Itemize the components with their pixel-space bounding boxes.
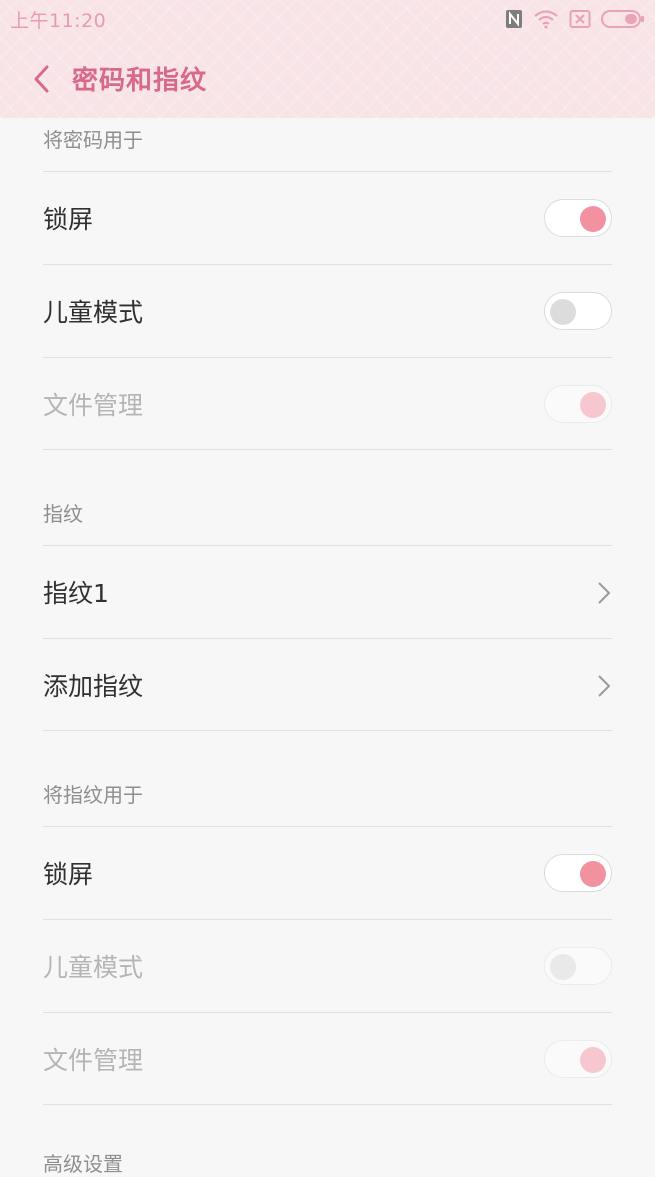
password-file-manager-row: 文件管理 xyxy=(43,357,612,450)
chevron-right-icon xyxy=(598,582,611,604)
section-header-fingerprint-use: 将指纹用于 xyxy=(43,783,143,807)
toggle-knob xyxy=(580,392,606,418)
row-label: 儿童模式 xyxy=(43,953,144,982)
section-header-fingerprint: 指纹 xyxy=(43,502,83,526)
row-label: 添加指纹 xyxy=(43,672,144,701)
section-header-advanced: 高级设置 xyxy=(43,1152,123,1176)
section-header-password-use: 将密码用于 xyxy=(43,128,143,152)
toggle-knob xyxy=(580,1047,606,1073)
status-time: 上午11:20 xyxy=(10,10,107,32)
sim-x-icon xyxy=(569,10,591,28)
row-label: 文件管理 xyxy=(43,1046,144,1075)
fingerprint-lockscreen-row[interactable]: 锁屏 xyxy=(43,826,612,919)
chevron-right-icon xyxy=(598,675,611,697)
top-app-bar: 上午11:20 密码和指纹 xyxy=(0,0,655,118)
password-file-manager-toggle xyxy=(544,385,612,423)
row-label: 文件管理 xyxy=(43,391,144,420)
toggle-knob xyxy=(580,206,606,232)
toggle-knob xyxy=(550,299,576,325)
back-arrow-icon[interactable] xyxy=(28,62,58,96)
battery-icon xyxy=(601,10,644,28)
fingerprint-file-manager-row: 文件管理 xyxy=(43,1012,612,1105)
fingerprint-kids-mode-row: 儿童模式 xyxy=(43,919,612,1012)
row-label: 锁屏 xyxy=(43,205,94,234)
toggle-knob xyxy=(580,861,606,887)
fingerprint-1-row[interactable]: 指纹1 xyxy=(43,545,612,638)
toggle-knob xyxy=(550,954,576,980)
status-icons xyxy=(505,8,645,30)
password-lockscreen-toggle[interactable] xyxy=(544,199,612,237)
nfc-icon xyxy=(506,10,522,28)
password-kids-mode-toggle[interactable] xyxy=(544,292,612,330)
row-label: 指纹1 xyxy=(43,579,109,608)
password-kids-mode-row[interactable]: 儿童模式 xyxy=(43,264,612,357)
row-label: 儿童模式 xyxy=(43,298,144,327)
fingerprint-lockscreen-toggle[interactable] xyxy=(544,854,612,892)
password-lockscreen-row[interactable]: 锁屏 xyxy=(43,171,612,264)
row-label: 锁屏 xyxy=(43,860,94,889)
fingerprint-kids-mode-toggle xyxy=(544,947,612,985)
fingerprint-file-manager-toggle xyxy=(544,1040,612,1078)
page-title: 密码和指纹 xyxy=(72,66,208,96)
add-fingerprint-row[interactable]: 添加指纹 xyxy=(43,638,612,731)
settings-list: 将密码用于 锁屏 儿童模式 文件管理 指纹 指纹1 添加指纹 将指纹用于 锁屏 … xyxy=(0,118,655,1105)
wifi-icon xyxy=(534,10,558,29)
